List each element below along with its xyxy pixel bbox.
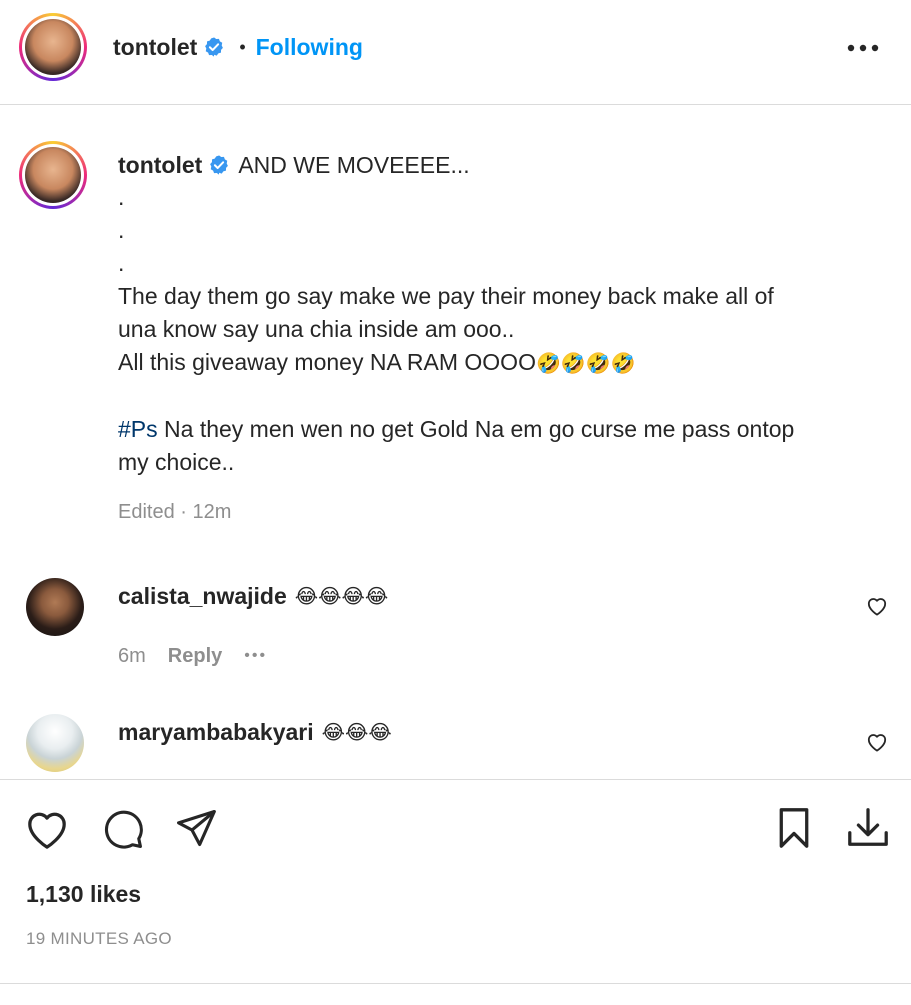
caption-username[interactable]: tontolet — [118, 152, 202, 179]
caption-ps-line: #Ps Na they men wen no get Gold Na em go… — [118, 413, 888, 446]
comment-like-heart-icon[interactable] — [866, 596, 888, 616]
laugh-emoji: 😂😂😂 — [321, 720, 392, 744]
send-icon[interactable] — [174, 806, 218, 850]
header-divider — [0, 104, 911, 105]
header-user-row: tontolet • Following — [113, 30, 363, 64]
caption-dot: . — [118, 250, 125, 276]
caption-avatar-inner — [22, 144, 84, 206]
caption-block: tontolet AND WE MOVEEEE... . . . The day… — [118, 148, 888, 524]
comment-like-heart-icon[interactable] — [866, 732, 888, 752]
caption-line: All this giveaway money NA RAM OOOO🤣🤣🤣🤣 — [118, 346, 888, 380]
rofl-emoji: 🤣🤣🤣🤣 — [535, 351, 636, 375]
caption-ps-text: Na they men wen no get Gold Na em go cur… — [157, 416, 795, 442]
comment-avatar[interactable] — [26, 714, 84, 772]
following-button[interactable]: Following — [256, 34, 363, 61]
caption-line-text: All this giveaway money NA RAM OOOO — [118, 349, 536, 375]
heart-icon[interactable] — [24, 808, 70, 850]
header-avatar[interactable] — [19, 13, 87, 81]
post-timestamp: 19 MINUTES AGO — [26, 929, 172, 948]
caption-line: my choice.. — [118, 449, 235, 475]
caption-meta: Edited · 12m — [118, 501, 232, 523]
comments-divider — [0, 779, 911, 780]
header-avatar-image — [25, 19, 81, 75]
caption-line: The day them go say make we pay their mo… — [118, 283, 774, 309]
comment-meta-row: 6m Reply ••• — [118, 642, 267, 670]
comment-avatar[interactable] — [26, 578, 84, 636]
comment-time: 6m — [118, 644, 146, 667]
bookmark-icon[interactable] — [774, 806, 814, 850]
header-separator: • — [239, 36, 246, 57]
comment-username[interactable]: calista_nwajide — [118, 583, 287, 610]
comment-more-options[interactable]: ••• — [244, 647, 267, 665]
comment-username[interactable]: maryambabakyari — [118, 719, 314, 746]
caption-dot: . — [118, 184, 125, 210]
verified-badge-icon — [205, 37, 224, 57]
comment-icon[interactable] — [101, 807, 145, 851]
footer-divider — [0, 983, 911, 984]
verified-badge-icon — [210, 155, 229, 175]
header-avatar-inner — [22, 16, 84, 78]
caption-dot: . — [118, 217, 125, 243]
header-username[interactable]: tontolet — [113, 34, 197, 61]
comment-row: calista_nwajide 😂😂😂😂 — [118, 579, 388, 613]
caption-avatar-image — [25, 147, 81, 203]
caption-title-text: AND WE MOVEEEE... — [238, 151, 470, 178]
reply-button[interactable]: Reply — [168, 645, 222, 668]
more-horizontal-icon[interactable] — [846, 43, 880, 53]
likes-count[interactable]: 1,130 likes — [26, 881, 141, 908]
comment-row: maryambabakyari 😂😂😂 — [118, 715, 392, 749]
caption-avatar[interactable] — [19, 141, 87, 209]
caption-title-row: tontolet AND WE MOVEEEE... — [118, 148, 888, 182]
download-icon[interactable] — [845, 805, 891, 851]
caption-line: una know say una chia inside am ooo.. — [118, 316, 515, 342]
laugh-emoji: 😂😂😂😂 — [294, 584, 389, 608]
hashtag-link[interactable]: #Ps — [118, 416, 158, 442]
